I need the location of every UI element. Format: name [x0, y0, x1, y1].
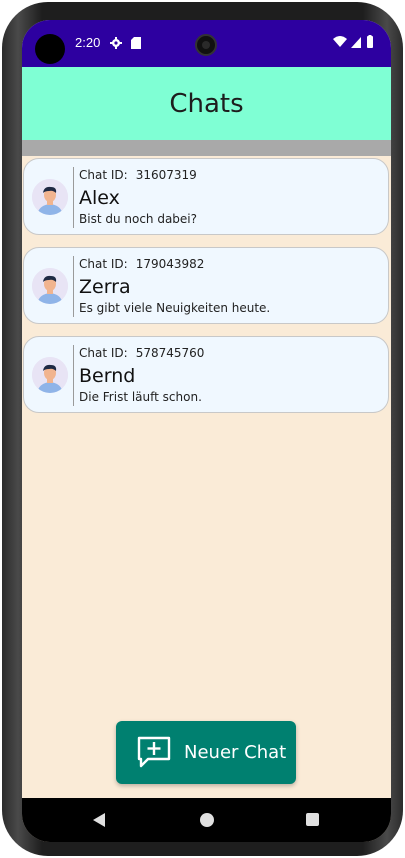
user-avatar-icon	[32, 268, 68, 304]
card-separator	[73, 256, 74, 317]
phone-frame: 2:20 Chats Chat ID: 31607319 Alex Bist d…	[2, 2, 403, 856]
chat-item[interactable]: Chat ID: 31607319 Alex Bist du noch dabei…	[23, 158, 389, 235]
new-chat-label: Neuer Chat	[184, 742, 287, 763]
camera-cutout	[35, 34, 65, 64]
chat-id-label: Chat ID:	[79, 346, 128, 360]
card-separator	[73, 167, 74, 228]
chat-id-value: 31607319	[135, 168, 197, 182]
app-bar: Chats	[22, 67, 391, 140]
status-bar: 2:20	[22, 20, 391, 67]
navigation-bar	[22, 798, 391, 842]
avatar	[32, 179, 68, 215]
sd-card-icon	[131, 37, 141, 49]
chat-id-value: 578745760	[135, 346, 205, 360]
front-camera	[195, 34, 217, 56]
header-divider	[22, 140, 391, 156]
chat-id-row: Chat ID: 179043982	[79, 257, 204, 271]
chat-id-label: Chat ID:	[79, 168, 128, 182]
new-chat-button[interactable]: Neuer Chat	[116, 721, 296, 784]
screen: 2:20 Chats Chat ID: 31607319 Alex Bist d…	[22, 20, 391, 842]
wifi-icon	[333, 36, 347, 47]
chat-id-row: Chat ID: 31607319	[79, 168, 197, 182]
avatar	[32, 268, 68, 304]
back-icon[interactable]	[92, 812, 106, 828]
chat-name: Alex	[79, 187, 120, 209]
chat-name: Zerra	[79, 276, 131, 298]
page-title: Chats	[169, 88, 244, 119]
recents-icon[interactable]	[306, 813, 319, 826]
user-avatar-icon	[32, 357, 68, 393]
chat-list: Chat ID: 31607319 Alex Bist du noch dabei…	[22, 157, 391, 425]
user-avatar-icon	[32, 179, 68, 215]
add-chat-icon	[137, 736, 171, 768]
status-icons	[333, 35, 373, 48]
avatar	[32, 357, 68, 393]
gear-icon	[110, 37, 122, 49]
chat-last-message: Die Frist läuft schon.	[79, 390, 202, 404]
chat-item[interactable]: Chat ID: 179043982 Zerra Es gibt viele Ne…	[23, 247, 389, 324]
chat-id-value: 179043982	[135, 257, 205, 271]
battery-icon	[367, 35, 373, 48]
home-icon[interactable]	[200, 813, 214, 827]
signal-icon	[351, 37, 361, 48]
chat-last-message: Es gibt viele Neuigkeiten heute.	[79, 301, 271, 315]
status-time: 2:20	[75, 35, 101, 50]
chat-id-row: Chat ID: 578745760	[79, 346, 204, 360]
chat-name: Bernd	[79, 365, 136, 387]
chat-last-message: Bist du noch dabei?	[79, 212, 198, 226]
chat-item[interactable]: Chat ID: 578745760 Bernd Die Frist läuft …	[23, 336, 389, 413]
chat-id-label: Chat ID:	[79, 257, 128, 271]
card-separator	[73, 345, 74, 406]
